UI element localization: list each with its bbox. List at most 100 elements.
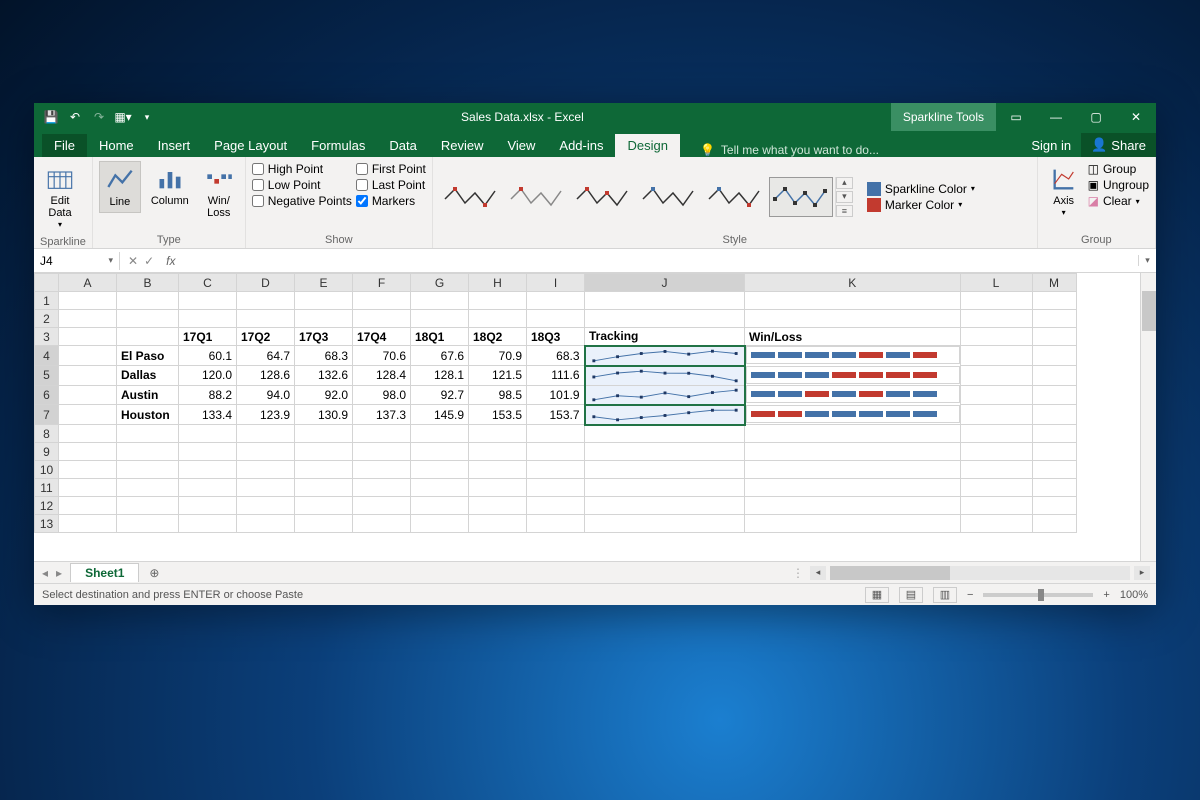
col-header-C[interactable]: C: [179, 274, 237, 292]
col-header-A[interactable]: A: [59, 274, 117, 292]
header-J[interactable]: Tracking: [585, 328, 745, 346]
col-header-J[interactable]: J: [585, 274, 745, 292]
sparkline-cell[interactable]: [585, 385, 745, 405]
winloss-cell[interactable]: [746, 346, 960, 364]
row-header-9[interactable]: 9: [35, 443, 59, 461]
data-cell[interactable]: 67.6: [411, 346, 469, 366]
tab-addins[interactable]: Add-ins: [547, 134, 615, 157]
new-sheet-button[interactable]: ⊕: [139, 566, 169, 580]
style-swatch-2[interactable]: [505, 177, 569, 217]
style-gallery[interactable]: ▴▾≡: [439, 177, 853, 217]
data-cell[interactable]: 70.9: [469, 346, 527, 366]
tab-file[interactable]: File: [42, 134, 87, 157]
sparkline-cell[interactable]: [585, 366, 745, 386]
marker-color-button[interactable]: Marker Color ▾: [867, 197, 975, 213]
zoom-in-button[interactable]: +: [1103, 589, 1109, 601]
check-high-point[interactable]: High Point: [252, 161, 352, 177]
style-swatch-6-selected[interactable]: [769, 177, 833, 217]
row-header-2[interactable]: 2: [35, 310, 59, 328]
fx-icon[interactable]: fx: [162, 254, 179, 268]
qat-more-icon[interactable]: ▾: [140, 110, 154, 124]
data-cell[interactable]: 128.1: [411, 366, 469, 386]
data-cell[interactable]: 145.9: [411, 405, 469, 425]
style-swatch-4[interactable]: [637, 177, 701, 217]
scrollbar-thumb[interactable]: [1142, 291, 1156, 331]
edit-data-button[interactable]: Edit Data ▾: [40, 161, 80, 234]
close-button[interactable]: ✕: [1116, 103, 1156, 131]
ungroup-button[interactable]: ▣Ungroup: [1088, 177, 1149, 193]
axis-button[interactable]: Axis ▾: [1044, 161, 1084, 222]
row-header-12[interactable]: 12: [35, 497, 59, 515]
tab-page-layout[interactable]: Page Layout: [202, 134, 299, 157]
data-cell[interactable]: 68.3: [295, 346, 353, 366]
type-column-button[interactable]: Column: [145, 161, 195, 211]
zoom-slider-handle[interactable]: [1038, 589, 1044, 601]
data-cell[interactable]: 120.0: [179, 366, 237, 386]
hscroll-thumb[interactable]: [830, 566, 950, 580]
chevron-up-icon[interactable]: ▴: [836, 177, 853, 189]
undo-icon[interactable]: ↶: [68, 110, 82, 124]
style-swatch-1[interactable]: [439, 177, 503, 217]
tab-formulas[interactable]: Formulas: [299, 134, 377, 157]
maximize-button[interactable]: ▢: [1076, 103, 1116, 131]
city-label[interactable]: Dallas: [117, 366, 179, 386]
sheet-nav-next-icon[interactable]: ▸: [56, 566, 62, 580]
col-header-E[interactable]: E: [295, 274, 353, 292]
hscroll-track[interactable]: [830, 566, 1130, 580]
sheet-tab-sheet1[interactable]: Sheet1: [70, 563, 139, 582]
row-header-5[interactable]: 5: [35, 366, 59, 386]
sparkline-cell[interactable]: [585, 346, 745, 366]
header-K[interactable]: Win/Loss: [745, 328, 961, 346]
header-F[interactable]: 17Q4: [353, 328, 411, 346]
save-icon[interactable]: 💾: [44, 110, 58, 124]
row-header-8[interactable]: 8: [35, 425, 59, 443]
zoom-out-button[interactable]: −: [967, 589, 973, 601]
data-cell[interactable]: 101.9: [527, 385, 585, 405]
data-cell[interactable]: 132.6: [295, 366, 353, 386]
check-markers[interactable]: Markers: [356, 193, 426, 209]
view-page-layout-button[interactable]: ▤: [899, 587, 923, 603]
row-header-10[interactable]: 10: [35, 461, 59, 479]
data-cell[interactable]: 60.1: [179, 346, 237, 366]
data-cell[interactable]: 98.5: [469, 385, 527, 405]
name-box[interactable]: J4▾: [34, 252, 120, 270]
header-D[interactable]: 17Q2: [237, 328, 295, 346]
data-cell[interactable]: 88.2: [179, 385, 237, 405]
tab-review[interactable]: Review: [429, 134, 496, 157]
type-winloss-button[interactable]: Win/ Loss: [199, 161, 239, 223]
tab-data[interactable]: Data: [377, 134, 428, 157]
tell-me-search[interactable]: 💡 Tell me what you want to do...: [680, 143, 1021, 157]
sparkline-color-button[interactable]: Sparkline Color ▾: [867, 181, 975, 197]
col-header-H[interactable]: H: [469, 274, 527, 292]
header-G[interactable]: 18Q1: [411, 328, 469, 346]
data-cell[interactable]: 128.6: [237, 366, 295, 386]
sparkline-cell[interactable]: [585, 405, 745, 425]
city-label[interactable]: Houston: [117, 405, 179, 425]
vertical-scrollbar[interactable]: [1140, 273, 1156, 561]
check-negative-points[interactable]: Negative Points: [252, 193, 352, 209]
more-icon[interactable]: ≡: [836, 205, 853, 217]
ribbon-display-options-icon[interactable]: ▭: [996, 103, 1036, 131]
check-first-point[interactable]: First Point: [356, 161, 426, 177]
row-header-1[interactable]: 1: [35, 292, 59, 310]
tab-design[interactable]: Design: [615, 134, 679, 157]
type-line-button[interactable]: Line: [99, 161, 141, 213]
data-cell[interactable]: 153.7: [527, 405, 585, 425]
data-cell[interactable]: 92.0: [295, 385, 353, 405]
row-header-7[interactable]: 7: [35, 405, 59, 425]
data-cell[interactable]: 98.0: [353, 385, 411, 405]
data-cell[interactable]: 121.5: [469, 366, 527, 386]
data-cell[interactable]: 70.6: [353, 346, 411, 366]
city-label[interactable]: El Paso: [117, 346, 179, 366]
zoom-level[interactable]: 100%: [1120, 589, 1148, 601]
group-button[interactable]: ◫Group: [1088, 161, 1149, 177]
tab-insert[interactable]: Insert: [146, 134, 203, 157]
data-cell[interactable]: 128.4: [353, 366, 411, 386]
row-header-4[interactable]: 4: [35, 346, 59, 366]
share-button[interactable]: 👤 Share: [1081, 133, 1156, 157]
zoom-slider[interactable]: [983, 593, 1093, 597]
sheet-nav-prev-icon[interactable]: ◂: [42, 566, 48, 580]
check-last-point[interactable]: Last Point: [356, 177, 426, 193]
winloss-cell[interactable]: [746, 405, 960, 423]
split-handle-icon[interactable]: ⋮: [792, 566, 806, 580]
